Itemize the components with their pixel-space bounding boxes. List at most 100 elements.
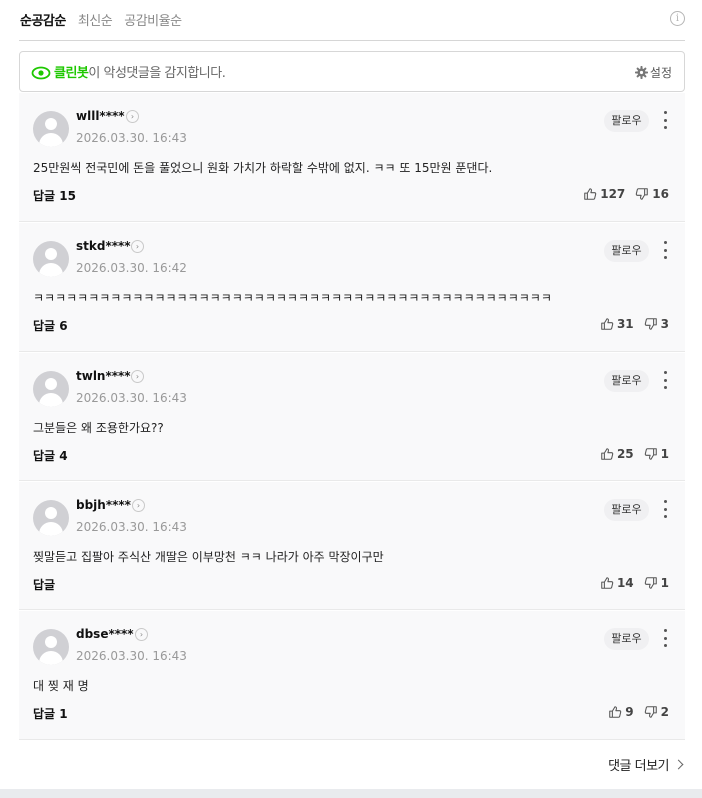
comment-nickname[interactable]: wlll**** (76, 109, 125, 123)
more-options-icon[interactable] (662, 500, 668, 518)
avatar[interactable] (33, 500, 69, 536)
chevron-right-icon[interactable]: › (131, 370, 144, 383)
bottom-bar (0, 789, 702, 798)
gear-icon (634, 65, 648, 80)
info-icon[interactable]: i (670, 11, 685, 26)
like-count: 9 (625, 705, 634, 719)
dislike-button[interactable]: 1 (644, 576, 669, 590)
divider (19, 40, 685, 41)
reply-button[interactable]: 답글 (33, 576, 55, 593)
reply-label: 답글 (33, 707, 56, 721)
comment-text: 그분들은 왜 조용한가요?? (33, 421, 164, 435)
follow-button[interactable]: 팔로우 (604, 110, 649, 132)
dislike-count: 3 (660, 317, 669, 331)
cleanbot-settings-button[interactable]: 설정 (634, 64, 672, 81)
comment-nickname[interactable]: stkd**** (76, 239, 131, 253)
more-comments-button[interactable]: 댓글 더보기 (608, 755, 684, 774)
reply-label: 답글 (33, 319, 56, 333)
dislike-button[interactable]: 3 (644, 317, 669, 331)
dislike-button[interactable]: 2 (644, 705, 669, 719)
reply-button[interactable]: 답글 4 (33, 447, 68, 464)
vote-group: 31 3 (600, 317, 669, 331)
comment-item: bbjh**** › 2026.03.30. 16:43 팔로우 찢말듣고 집팔… (19, 482, 685, 610)
dislike-button[interactable]: 1 (644, 447, 669, 461)
avatar[interactable] (33, 629, 69, 665)
vote-group: 9 2 (608, 705, 669, 719)
comment-date: 2026.03.30. 16:42 (76, 261, 187, 275)
follow-button[interactable]: 팔로우 (604, 628, 649, 650)
like-button[interactable]: 127 (583, 187, 625, 201)
comment-nickname[interactable]: twln**** (76, 369, 131, 383)
dislike-count: 2 (660, 705, 669, 719)
chevron-right-icon (673, 759, 684, 770)
sort-tabs: 순공감순 최신순 공감비율순 (20, 8, 194, 30)
vote-group: 25 1 (600, 447, 669, 461)
reply-count: 4 (59, 449, 68, 463)
dislike-count: 16 (652, 187, 669, 201)
like-count: 25 (616, 447, 634, 461)
avatar[interactable] (33, 241, 69, 277)
more-options-icon[interactable] (662, 111, 668, 129)
more-options-icon[interactable] (662, 371, 668, 389)
like-button[interactable]: 9 (608, 705, 634, 719)
thumbs-down-icon (644, 705, 661, 719)
dislike-count: 1 (660, 576, 669, 590)
comment-date: 2026.03.30. 16:43 (76, 391, 187, 405)
more-options-icon[interactable] (662, 241, 668, 259)
thumbs-down-icon (644, 317, 661, 331)
cleanbot-banner: 클린봇 이 악성댓글을 감지합니다. 설정 (19, 51, 685, 92)
chevron-right-icon[interactable]: › (135, 628, 148, 641)
comment-nickname[interactable]: dbse**** (76, 627, 134, 641)
follow-button[interactable]: 팔로우 (604, 240, 649, 262)
follow-button[interactable]: 팔로우 (604, 499, 649, 521)
vote-group: 14 1 (600, 576, 669, 590)
comment-text: 25만원씩 전국민에 돈을 풀었으니 원화 가치가 하락할 수밖에 없지. ㅋㅋ… (33, 161, 493, 175)
thumbs-up-icon (600, 317, 617, 331)
reply-count: 1 (59, 707, 68, 721)
comment-text: ㅋㅋㅋㅋㅋㅋㅋㅋㅋㅋㅋㅋㅋㅋㅋㅋㅋㅋㅋㅋㅋㅋㅋㅋㅋㅋㅋㅋㅋㅋㅋㅋㅋㅋㅋㅋㅋㅋㅋㅋ… (33, 291, 552, 305)
comment-text: 찢말듣고 집팔아 주식산 개딸은 이부망천 ㅋㅋ 나라가 아주 막장이구만 (33, 550, 384, 564)
follow-button[interactable]: 팔로우 (604, 370, 649, 392)
chevron-right-icon[interactable]: › (131, 240, 144, 253)
like-count: 127 (600, 187, 626, 201)
like-count: 14 (616, 576, 634, 590)
reply-count: 6 (59, 319, 68, 333)
thumbs-up-icon (600, 576, 617, 590)
like-button[interactable]: 31 (600, 317, 634, 331)
vote-group: 127 16 (583, 187, 669, 201)
thumbs-down-icon (635, 187, 652, 201)
comment-item: wlll**** › 2026.03.30. 16:43 팔로우 25만원씩 전… (19, 93, 685, 222)
more-options-icon[interactable] (662, 629, 668, 647)
reply-label: 답글 (33, 578, 56, 592)
reply-button[interactable]: 답글 15 (33, 187, 76, 204)
tab-latest[interactable]: 최신순 (78, 10, 113, 29)
comment-date: 2026.03.30. 16:43 (76, 649, 187, 663)
comment-nickname[interactable]: bbjh**** (76, 498, 131, 512)
avatar[interactable] (33, 111, 69, 147)
cleanbot-message: 이 악성댓글을 감지합니다. (88, 66, 226, 81)
comment-item: stkd**** › 2026.03.30. 16:42 팔로우 ㅋㅋㅋㅋㅋㅋㅋ… (19, 223, 685, 352)
like-button[interactable]: 25 (600, 447, 634, 461)
reply-count: 15 (59, 189, 76, 203)
avatar[interactable] (33, 371, 69, 407)
comment-item: dbse**** › 2026.03.30. 16:43 팔로우 대 찢 재 명… (19, 611, 685, 740)
comment-date: 2026.03.30. 16:43 (76, 520, 187, 534)
tab-popular[interactable]: 순공감순 (20, 10, 66, 29)
cleanbot-settings-label: 설정 (649, 66, 672, 80)
cleanbot-name: 클린봇 (54, 66, 89, 81)
reply-button[interactable]: 답글 6 (33, 317, 68, 334)
thumbs-up-icon (600, 447, 617, 461)
thumbs-down-icon (644, 576, 661, 590)
thumbs-up-icon (583, 187, 600, 201)
comment-item: twln**** › 2026.03.30. 16:43 팔로우 그분들은 왜 … (19, 353, 685, 481)
tab-empathy-ratio[interactable]: 공감비율순 (124, 10, 182, 29)
cleanbot-eye-icon (31, 65, 51, 79)
dislike-button[interactable]: 16 (635, 187, 669, 201)
thumbs-down-icon (644, 447, 661, 461)
comment-date: 2026.03.30. 16:43 (76, 131, 187, 145)
more-comments-label: 댓글 더보기 (608, 759, 669, 774)
like-button[interactable]: 14 (600, 576, 634, 590)
chevron-right-icon[interactable]: › (132, 499, 145, 512)
chevron-right-icon[interactable]: › (126, 110, 139, 123)
reply-button[interactable]: 답글 1 (33, 705, 68, 722)
